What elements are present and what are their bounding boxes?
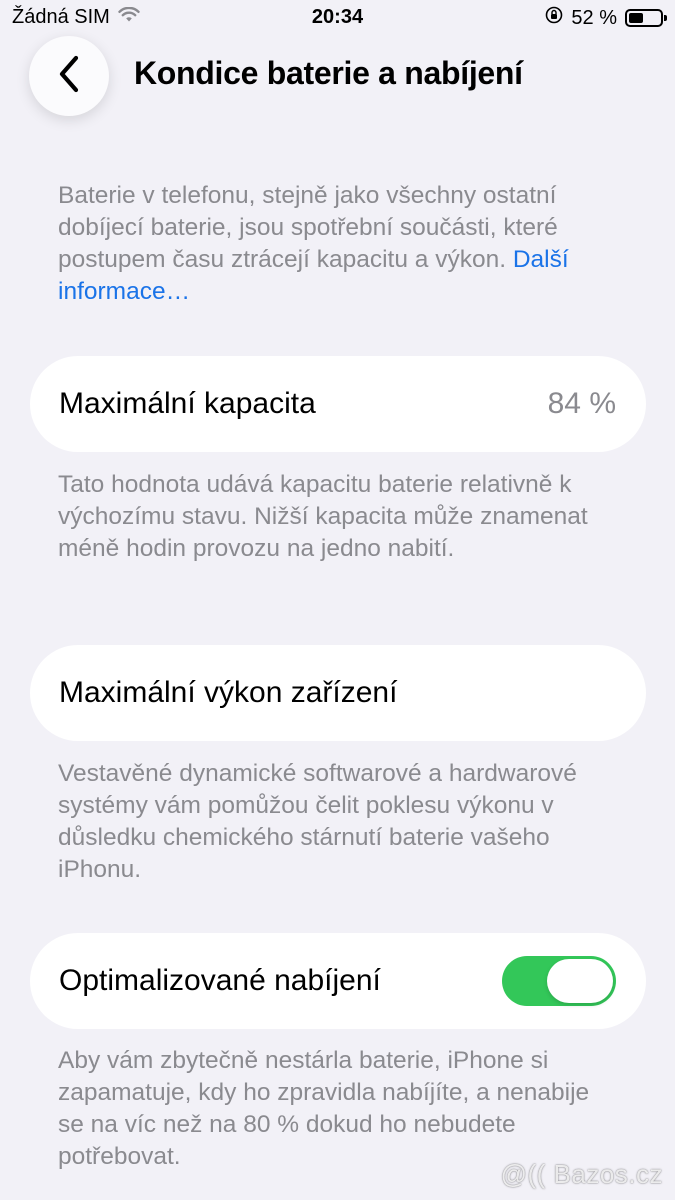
optimized-charging-toggle[interactable] <box>502 956 616 1006</box>
max-capacity-value: 84 % <box>547 387 616 420</box>
battery-percent: 52 % <box>571 6 617 29</box>
optimized-charging-description: Aby vám zbytečně nestárla baterie, iPhon… <box>58 1047 590 1170</box>
orientation-lock-icon <box>545 6 563 30</box>
max-capacity-row: Maximální kapacita 84 % <box>30 356 646 452</box>
max-capacity-description: Tato hodnota udává kapacitu baterie rela… <box>58 471 588 562</box>
max-capacity-label: Maximální kapacita <box>59 387 316 420</box>
intro-description: Baterie v telefonu, stejně jako všechny … <box>58 180 618 308</box>
battery-icon <box>625 9 667 27</box>
intro-text: Baterie v telefonu, stejně jako všechny … <box>58 182 558 273</box>
peak-performance-description: Vestavěné dynamické softwarové a hardwar… <box>58 760 577 883</box>
back-button[interactable] <box>29 36 109 116</box>
status-right: 52 % <box>545 6 667 30</box>
status-bar: Žádná SIM 20:34 52 % <box>0 0 675 38</box>
optimized-charging-label: Optimalizované nabíjení <box>59 964 381 997</box>
peak-performance-row: Maximální výkon zařízení <box>30 645 646 741</box>
peak-performance-label: Maximální výkon zařízení <box>59 676 398 709</box>
optimized-charging-row: Optimalizované nabíjení <box>30 933 646 1029</box>
chevron-left-icon <box>56 54 82 99</box>
toggle-knob <box>547 959 613 1003</box>
battery-tip <box>664 15 667 21</box>
page-title: Kondice baterie a nabíjení <box>134 55 523 91</box>
battery-fill <box>629 13 643 23</box>
watermark: @(( Bazos.cz <box>500 1159 663 1189</box>
